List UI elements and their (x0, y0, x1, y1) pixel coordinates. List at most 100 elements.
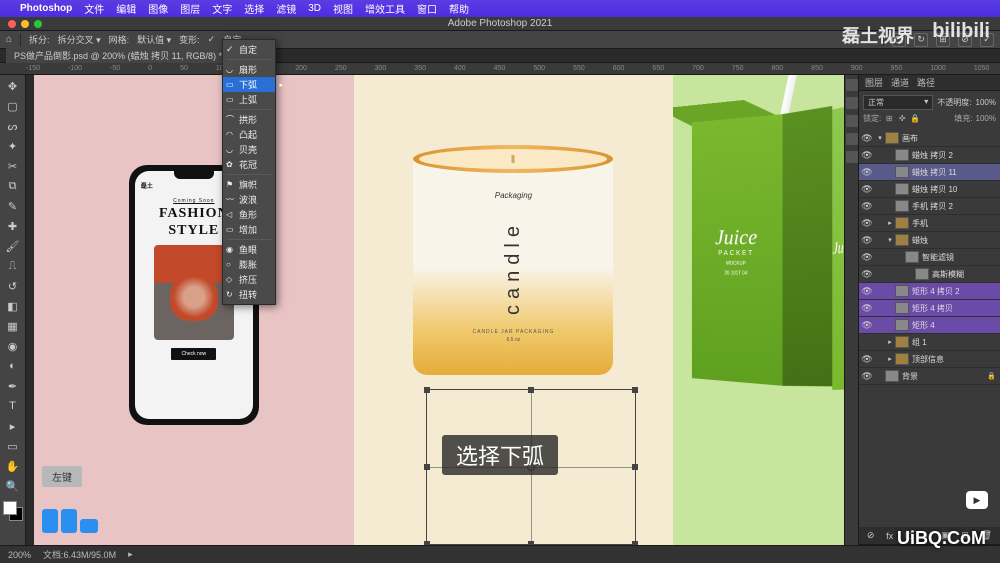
menu-filter[interactable]: 滤镜 (276, 1, 296, 16)
grid-dropdown[interactable]: 默认值 ▾ (137, 33, 171, 46)
lock-all-icon[interactable]: 🔒 (910, 114, 920, 124)
opt-icon-1[interactable]: ▢ (892, 33, 906, 47)
disclosure-icon[interactable]: ▸ (885, 355, 895, 363)
layer-fx-icon[interactable]: fx (886, 531, 893, 541)
layer-name[interactable]: 蜡烛 拷贝 10 (912, 184, 957, 195)
hand-tool[interactable]: ✋ (3, 457, 23, 475)
disclosure-icon[interactable]: ▸ (885, 338, 895, 346)
eraser-tool[interactable]: ◧ (3, 297, 23, 315)
minimize-icon[interactable] (21, 20, 29, 28)
gradient-tool[interactable]: ▦ (3, 317, 23, 335)
color-swatches[interactable] (3, 501, 23, 521)
visibility-icon[interactable]: 👁 (859, 249, 875, 265)
layer-row[interactable]: 👁▾画布 (859, 130, 1000, 147)
warp-menu-item[interactable]: ↻扭转 (223, 287, 275, 302)
frame-tool[interactable]: ⧉ (3, 177, 23, 195)
stamp-tool[interactable]: ⎍ (3, 257, 23, 275)
visibility-icon[interactable]: 👁 (859, 181, 875, 197)
zoom-level[interactable]: 200% (8, 550, 31, 560)
layer-name[interactable]: 矩形 4 拷贝 (912, 303, 953, 314)
lock-position-icon[interactable]: ✜ (897, 114, 907, 124)
layer-name[interactable]: 背景 (902, 371, 918, 382)
layer-row[interactable]: 👁智能滤镜 (859, 249, 1000, 266)
layer-thumbnail[interactable] (895, 319, 909, 331)
eyedropper-tool[interactable]: ✎ (3, 197, 23, 215)
layer-name[interactable]: 高斯模糊 (932, 269, 964, 280)
zoom-tool[interactable]: 🔍 (3, 477, 23, 495)
menu-plugins[interactable]: 增效工具 (365, 1, 405, 16)
warp-menu-item[interactable]: ✿花冠 (223, 157, 275, 172)
menu-3d[interactable]: 3D (308, 3, 321, 14)
heal-tool[interactable]: ✚ (3, 217, 23, 235)
visibility-icon[interactable]: 👁 (859, 317, 875, 333)
document-tab[interactable]: PS做产品倒影.psd @ 200% (蜡烛 拷贝 11, RGB/8) * (6, 48, 230, 63)
move-tool[interactable]: ✥ (3, 77, 23, 95)
layer-row[interactable]: 👁 蜡烛 拷贝 10 (859, 181, 1000, 198)
shape-tool[interactable]: ▭ (3, 437, 23, 455)
layer-name[interactable]: 手机 拷贝 2 (912, 201, 953, 212)
warp-menu-item[interactable]: ▭增加 (223, 222, 275, 237)
play-icon[interactable]: ▶ (966, 491, 988, 509)
new-layer-icon[interactable]: ⊞ (961, 530, 969, 541)
adjustment-layer-icon[interactable]: ◐ (924, 531, 929, 541)
marquee-tool[interactable]: ▢ (3, 97, 23, 115)
menu-layer[interactable]: 图层 (180, 1, 200, 16)
lasso-tool[interactable]: ᔕ (3, 117, 23, 135)
warp-menu-item[interactable]: ▭上弧 (223, 92, 275, 107)
menu-edit[interactable]: 编辑 (116, 1, 136, 16)
visibility-icon[interactable]: 👁 (859, 283, 875, 299)
layer-name[interactable]: 蜡烛 拷贝 11 (912, 167, 957, 178)
menu-window[interactable]: 窗口 (417, 1, 437, 16)
layer-thumbnail[interactable] (895, 217, 909, 229)
layer-name[interactable]: 蜡烛 (912, 235, 928, 246)
panel-icon[interactable] (846, 79, 858, 91)
blend-mode-select[interactable]: 正常▾ (863, 95, 933, 110)
wand-tool[interactable]: ✦ (3, 137, 23, 155)
brush-tool[interactable]: 🖌 (3, 237, 23, 255)
layer-row[interactable]: 👁蜡烛 拷贝 11 (859, 164, 1000, 181)
visibility-icon[interactable]: 👁 (859, 198, 875, 214)
warp-menu-item[interactable]: ⚑旗帜 (223, 177, 275, 192)
path-select-tool[interactable]: ▸ (3, 417, 23, 435)
layer-thumbnail[interactable] (895, 166, 909, 178)
panel-icon[interactable] (846, 151, 858, 163)
menu-type[interactable]: 文字 (212, 1, 232, 16)
home-icon[interactable]: ⌂ (6, 34, 12, 45)
layer-thumbnail[interactable] (885, 132, 899, 144)
layer-row[interactable]: 👁 ▸ 顶部信息 (859, 351, 1000, 368)
opt-icon-2[interactable]: ↻ (914, 33, 928, 47)
fg-color[interactable] (3, 501, 17, 515)
layer-row[interactable]: 👁蜡烛 拷贝 2 (859, 147, 1000, 164)
history-brush-tool[interactable]: ↺ (3, 277, 23, 295)
layer-row[interactable]: ▸组 1 (859, 334, 1000, 351)
menu-file[interactable]: 文件 (84, 1, 104, 16)
visibility-icon[interactable]: 👁 (859, 266, 875, 282)
warp-menu-item[interactable]: ○膨胀 (223, 257, 275, 272)
visibility-icon[interactable] (859, 334, 875, 350)
visibility-icon[interactable]: 👁 (859, 130, 875, 146)
delete-layer-icon[interactable]: 🗑 (981, 530, 992, 541)
visibility-icon[interactable]: 👁 (859, 351, 875, 367)
warp-menu-item[interactable]: ◠凸起 (223, 127, 275, 142)
warp-menu-item[interactable]: ▭下弧 (223, 77, 275, 92)
layer-row[interactable]: 👁 高斯模糊 (859, 266, 1000, 283)
tab-channels[interactable]: 通道 (891, 76, 909, 89)
menu-help[interactable]: 帮助 (449, 1, 469, 16)
type-tool[interactable]: T (3, 397, 23, 415)
layer-thumbnail[interactable] (895, 353, 909, 365)
visibility-icon[interactable]: 👁 (859, 368, 875, 384)
layer-row[interactable]: 👁 矩形 4 拷贝 2 (859, 283, 1000, 300)
chevron-right-icon[interactable]: ▸ (128, 549, 133, 560)
menu-image[interactable]: 图像 (148, 1, 168, 16)
warp-menu-item[interactable]: ⌒拱形 (223, 112, 275, 127)
layer-name[interactable]: 手机 (912, 218, 928, 229)
layer-thumbnail[interactable] (895, 149, 909, 161)
pen-tool[interactable]: ✒ (3, 377, 23, 395)
layer-name[interactable]: 顶部信息 (912, 354, 944, 365)
layer-thumbnail[interactable] (895, 336, 909, 348)
layer-name[interactable]: 矩形 4 拷贝 2 (912, 286, 960, 297)
layer-name[interactable]: 蜡烛 拷贝 2 (912, 150, 953, 161)
canvas-area[interactable]: 磊土 Menu ≡ Coming Soon FASHION STYLE Chec… (26, 75, 844, 545)
panel-icon[interactable] (846, 115, 858, 127)
layer-thumbnail[interactable] (895, 183, 909, 195)
